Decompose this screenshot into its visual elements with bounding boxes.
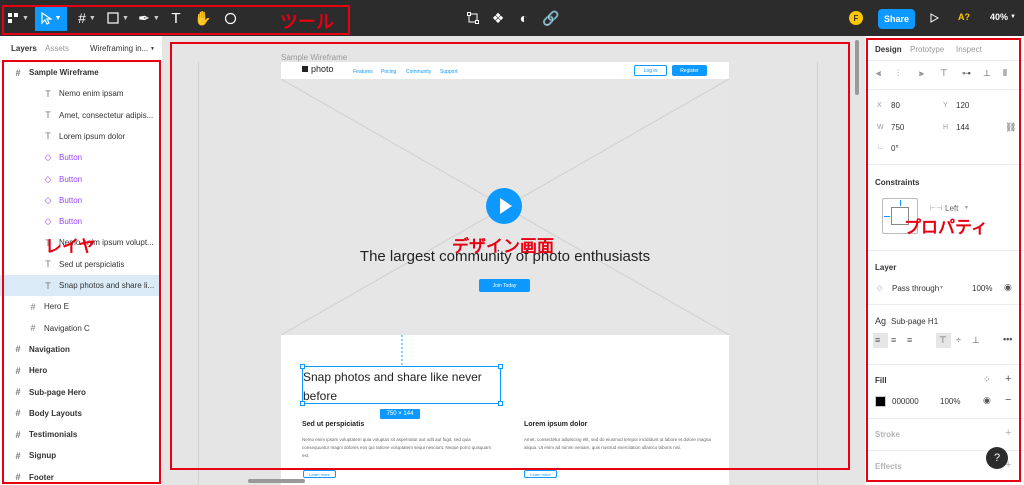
tools-annotation-label: ツール: [280, 12, 334, 33]
component-button[interactable]: ❖: [489, 5, 507, 31]
component-icon: ❖: [491, 9, 505, 26]
layers-annotation-label: レイヤ: [45, 237, 96, 257]
chevron-down-icon: ▼: [150, 46, 155, 52]
play-icon: [930, 13, 939, 23]
share-button[interactable]: Share: [878, 9, 915, 29]
link-icon: 🔗: [542, 9, 560, 26]
design-annotation-label: デザイン画面: [452, 237, 554, 257]
present-button[interactable]: [927, 5, 941, 31]
left-panel-tabs: Layers Assets Wireframing in... ▼: [0, 36, 162, 62]
horizontal-scrollbar[interactable]: [248, 479, 305, 483]
chevron-down-icon: ▼: [1010, 14, 1016, 20]
properties-annotation-label: プロパティ: [904, 218, 988, 238]
accessibility-button[interactable]: A?: [958, 12, 970, 22]
avatar[interactable]: F: [849, 11, 863, 25]
link-button[interactable]: 🔗: [542, 5, 560, 31]
zoom-dropdown[interactable]: 40%: [990, 12, 1008, 22]
tab-layers[interactable]: Layers: [11, 44, 37, 53]
learn-more-button[interactable]: Learn more: [524, 470, 557, 478]
crop-button[interactable]: [464, 5, 482, 31]
learn-more-button[interactable]: Learn more: [303, 470, 336, 478]
tab-assets[interactable]: Assets: [45, 44, 69, 53]
vertical-scrollbar[interactable]: [855, 40, 859, 95]
contrast-icon: ◐: [519, 10, 529, 26]
crop-icon: [467, 12, 479, 24]
page-selector[interactable]: Wireframing in...: [90, 44, 148, 53]
properties-annotation-box: [866, 38, 1021, 482]
contrast-button[interactable]: ◐: [515, 5, 533, 31]
layers-annotation-box: [2, 60, 161, 484]
